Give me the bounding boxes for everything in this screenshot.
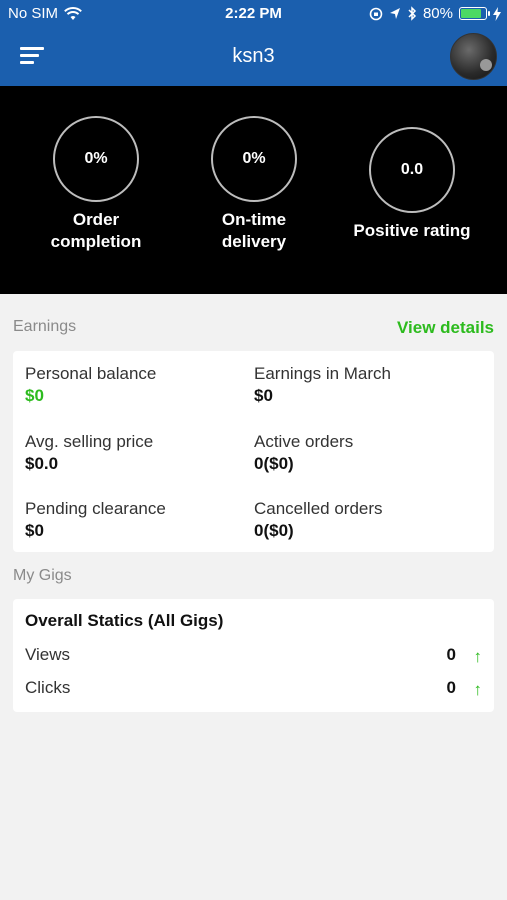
stat-label: Positive rating <box>353 221 471 240</box>
earnings-section-title: Earnings <box>13 318 77 335</box>
avatar[interactable] <box>450 33 497 80</box>
earnings-in-month: Earnings in March $0 <box>254 363 391 407</box>
stat-ring: 0% <box>211 116 297 202</box>
status-bar: No SIM 2:22 PM 80% <box>0 0 507 28</box>
active-orders: Active orders 0($0) <box>254 431 353 475</box>
gig-row-value: 0 <box>446 678 456 697</box>
cell-label: Pending clearance <box>25 499 166 518</box>
earnings-card: Personal balance $0 Earnings in March $0… <box>13 351 494 552</box>
stat-label: On-time delivery <box>221 210 287 251</box>
top-bar: No SIM 2:22 PM 80% ksn3 <box>0 0 507 86</box>
battery-icon <box>459 7 490 20</box>
battery-percent: 80% <box>422 5 453 22</box>
stats-panel: 0% Order completion 0% On-time delivery … <box>0 86 507 294</box>
gig-row-label: Views <box>25 645 71 664</box>
nav-bar: ksn3 <box>0 28 507 86</box>
gigs-section-title: My Gigs <box>13 567 72 584</box>
arrow-up-icon: ↑ <box>473 647 483 666</box>
arrow-up-icon: ↑ <box>473 680 483 699</box>
avg-selling-price: Avg. selling price $0.0 <box>25 431 153 475</box>
stat-ring: 0% <box>53 116 139 202</box>
cell-label: Earnings in March <box>254 364 392 383</box>
gig-row-value: 0 <box>446 645 456 664</box>
stat-order-completion: 0% Order completion <box>16 116 176 253</box>
gigs-card-title: Overall Statics (All Gigs) <box>25 611 224 630</box>
gig-row-views: Views 0 ↑ <box>25 645 482 667</box>
gig-row-clicks: Clicks 0 ↑ <box>25 678 482 700</box>
stat-ring: 0.0 <box>369 127 455 213</box>
stat-positive-rating: 0.0 Positive rating <box>332 127 492 242</box>
cell-value: $0 <box>254 386 273 405</box>
cell-label: Personal balance <box>25 364 157 383</box>
status-right: 80% <box>369 5 501 22</box>
personal-balance: Personal balance $0 <box>25 363 156 407</box>
cell-value: $0.0 <box>25 454 59 473</box>
stat-on-time-delivery: 0% On-time delivery <box>174 116 334 253</box>
cell-value: $0 <box>25 521 44 540</box>
page-title: ksn3 <box>232 45 275 67</box>
cell-value: $0 <box>25 386 44 405</box>
charging-icon <box>493 6 501 21</box>
cell-label: Active orders <box>254 432 354 451</box>
cell-value: 0($0) <box>254 454 294 473</box>
gigs-card: Overall Statics (All Gigs) Views 0 ↑ Cli… <box>13 599 494 712</box>
cell-label: Avg. selling price <box>25 432 154 451</box>
cancelled-orders: Cancelled orders 0($0) <box>254 498 383 542</box>
pending-clearance: Pending clearance $0 <box>25 498 166 542</box>
gig-row-label: Clicks <box>25 678 71 697</box>
cell-value: 0($0) <box>254 521 294 540</box>
orientation-lock-icon <box>369 7 383 20</box>
view-details-link[interactable]: View details <box>397 318 494 338</box>
location-icon <box>389 7 400 19</box>
cell-label: Cancelled orders <box>254 499 383 518</box>
stat-label: Order completion <box>50 210 142 251</box>
bluetooth-icon <box>408 6 417 21</box>
